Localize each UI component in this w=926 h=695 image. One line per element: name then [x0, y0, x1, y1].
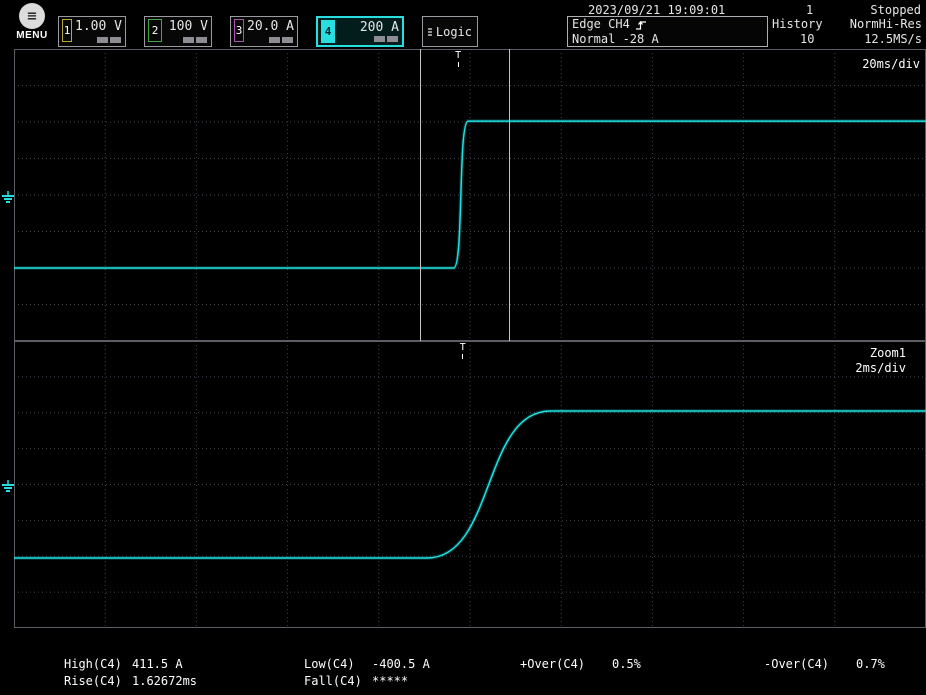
measurement-pos-overshoot: +Over(C4)0.5% [520, 656, 641, 673]
zoom-waveform-area[interactable]: T Zoom1 2ms/div [14, 341, 926, 628]
channel-1-number: 1 [62, 19, 72, 42]
channel-2-indicator[interactable]: 2 100 V [144, 16, 212, 47]
measurement-col-4: -Over(C4)0.7% [764, 656, 885, 673]
probe-icon [282, 37, 293, 43]
zoom-waveform-svg [14, 341, 926, 628]
oscilloscope-screen: ≡ MENU 1 1.00 V 2 100 V 3 20.0 A 4 200 A [0, 0, 926, 695]
measurement-fall: Fall(C4)***** [304, 673, 430, 690]
trigger-mode-level: Normal -28 A [572, 32, 763, 47]
zoom-window-cursor-left[interactable] [420, 49, 421, 341]
trigger-type-source: Edge CH4 [572, 17, 630, 32]
menu-icon: ≡ [19, 3, 45, 29]
main-waveform-area[interactable]: T 20ms/div [14, 49, 926, 341]
coupling-icon [183, 37, 194, 43]
measurement-col-3: +Over(C4)0.5% [520, 656, 641, 673]
acquisition-count: 1 [806, 3, 813, 17]
logic-label: Logic [436, 25, 472, 39]
channel-1-indicator[interactable]: 1 1.00 V [58, 16, 126, 47]
zoom-window-title: Zoom1 [870, 346, 906, 360]
probe-icon [110, 37, 121, 43]
datetime-display: 2023/09/21 19:09:01 [588, 3, 725, 17]
coupling-icon [374, 36, 385, 42]
channel-4-number: 4 [321, 20, 335, 43]
history-label: History [772, 17, 823, 32]
run-state-indicator[interactable]: Stopped [870, 3, 921, 17]
trigger-settings-box[interactable]: Edge CH4 Normal -28 A [567, 16, 768, 47]
trigger-position-marker[interactable]: T [455, 51, 461, 67]
sample-rate-value: 12.5MS/s [864, 32, 922, 47]
channel-3-indicator[interactable]: 3 20.0 A [230, 16, 298, 47]
channel-bar: 1 1.00 V 2 100 V 3 20.0 A 4 200 A Logic [58, 16, 478, 47]
hires-label: Hi-Res [879, 17, 922, 32]
acquisition-info-box[interactable]: History Norm Hi-Res 10 12.5MS/s [772, 17, 922, 47]
menu-button[interactable]: ≡ MENU [12, 3, 52, 41]
measurement-neg-overshoot: -Over(C4)0.7% [764, 656, 885, 673]
main-waveform-svg [14, 49, 926, 341]
zoom-trigger-position-marker[interactable]: T [460, 343, 466, 359]
probe-icon [387, 36, 398, 42]
rising-edge-icon [635, 19, 647, 31]
coupling-icon [269, 37, 280, 43]
logic-icon [428, 27, 432, 37]
channel-4-indicator[interactable]: 4 200 A [316, 16, 404, 47]
channel-2-number: 2 [148, 19, 162, 42]
channel-3-number: 3 [234, 19, 244, 42]
ch4-ground-marker[interactable] [2, 189, 14, 208]
zoom-timebase-label: 2ms/div [855, 361, 906, 375]
measurement-col-2: Low(C4)-400.5 A Fall(C4)***** [304, 656, 430, 690]
coupling-icon [97, 37, 108, 43]
probe-icon [196, 37, 207, 43]
history-value: 10 [800, 32, 814, 47]
menu-button-label: MENU [12, 30, 52, 41]
main-timebase-label: 20ms/div [862, 57, 920, 71]
measurement-low: Low(C4)-400.5 A [304, 656, 430, 673]
measurement-col-1: High(C4)411.5 A Rise(C4)1.62672ms [64, 656, 197, 690]
acq-mode-label: Norm [850, 17, 879, 32]
ch4-ground-marker-zoom[interactable] [2, 478, 14, 497]
measurement-high: High(C4)411.5 A [64, 656, 197, 673]
zoom-window-cursor-right[interactable] [509, 49, 510, 341]
measurement-rise: Rise(C4)1.62672ms [64, 673, 197, 690]
logic-button[interactable]: Logic [422, 16, 478, 47]
